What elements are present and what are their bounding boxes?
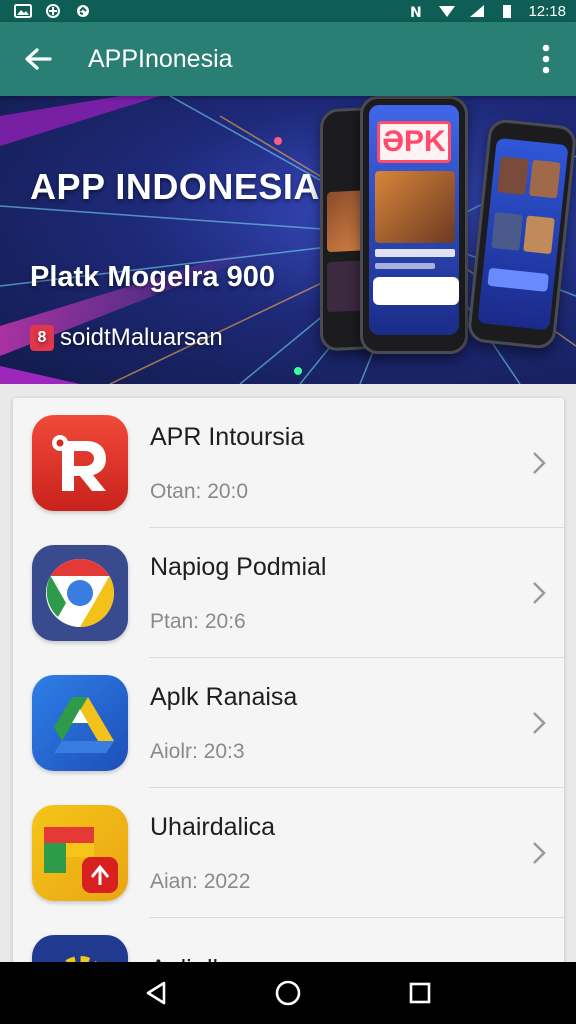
list-item[interactable]: Napiog Podmial Ptan: 20:6 — [13, 528, 564, 658]
status-right-icons: N 12:18 — [408, 3, 566, 20]
list-item[interactable]: Uhairdalica Aian: 2022 — [13, 788, 564, 918]
banner-badge-text: soidtMaluarsan — [60, 324, 223, 351]
app-bar: APPInonesia — [0, 22, 576, 96]
yellow-green-app-icon — [32, 805, 128, 901]
list-item[interactable]: APR Intoursia Otan: 20:0 — [13, 398, 564, 528]
overflow-menu-button[interactable] — [516, 22, 576, 96]
app-name: Uhairdalica — [150, 812, 276, 841]
chevron-right-icon — [514, 711, 564, 735]
system-nav-bar — [0, 962, 576, 1024]
banner-badge: 8 soidtMaluarsan — [30, 324, 223, 352]
signal-icon — [470, 5, 485, 17]
app-name: APR Intoursia — [150, 422, 305, 451]
nfc-icon: N — [410, 5, 422, 18]
status-time: 12:18 — [528, 2, 566, 20]
list-item[interactable]: Aplk Ranaisa Aiolr: 20:3 — [13, 658, 564, 788]
banner-subtitle: Platk Mogelra 900 — [30, 261, 275, 293]
app-meta: Aiolr: 20:3 — [150, 739, 245, 763]
vpn-icon — [46, 4, 60, 18]
nav-home-button[interactable] — [258, 963, 318, 1023]
phone-illustration-center: ƏPK — [360, 96, 468, 354]
chevron-right-icon — [514, 841, 564, 865]
app-name: Aplk Ranaisa — [150, 682, 298, 711]
app-name: Napiog Podmial — [150, 552, 327, 581]
red-r-app-icon — [32, 415, 128, 511]
chevron-right-icon — [514, 581, 564, 605]
wifi-icon — [439, 6, 456, 17]
chevron-right-icon — [514, 451, 564, 475]
nav-back-icon — [146, 981, 166, 1005]
banner-title: APP INDONESIA — [30, 166, 320, 207]
chrome-style-app-icon — [32, 545, 128, 641]
nav-back-button[interactable] — [126, 963, 186, 1023]
page-title: APPInonesia — [88, 44, 233, 73]
nav-recents-button[interactable] — [390, 963, 450, 1023]
promo-banner[interactable]: APP INDONESIA Platk Mogelra 900 8 soidtM… — [0, 96, 576, 384]
back-button[interactable] — [0, 22, 76, 96]
app-meta: Aian: 2022 — [150, 869, 251, 893]
app-meta: Otan: 20:0 — [150, 479, 249, 503]
app-meta: Ptan: 20:6 — [150, 609, 246, 633]
phone-screen-label: ƏPK — [377, 121, 451, 163]
nav-home-icon — [275, 980, 301, 1006]
sync-icon — [77, 5, 89, 17]
battery-icon — [503, 5, 512, 18]
drive-style-app-icon — [32, 675, 128, 771]
arrow-left-icon — [25, 48, 52, 70]
svg-text:N: N — [410, 5, 422, 18]
app-list: APR Intoursia Otan: 20:0 Napiog Podmial … — [13, 398, 564, 978]
status-bar: N 12:18 — [0, 0, 576, 22]
status-left-icons — [14, 4, 92, 18]
more-vert-icon — [542, 44, 550, 74]
nav-recents-icon — [409, 982, 431, 1004]
badge-logo-icon: 8 — [30, 325, 54, 351]
image-notification-icon — [14, 4, 32, 18]
